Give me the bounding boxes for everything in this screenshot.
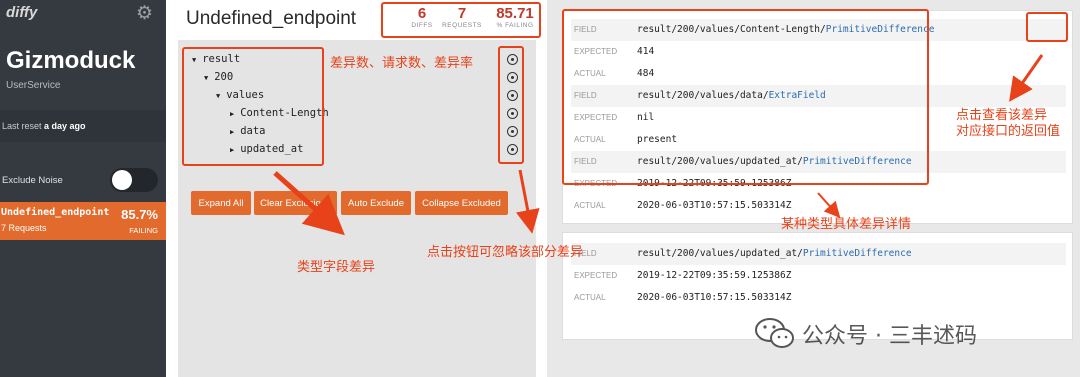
link-arrow — [1009, 54, 1044, 102]
fields-arrow — [273, 171, 345, 236]
view-annotation-line2: 对应接口的返回值 — [956, 124, 1061, 139]
diffy-screen: diffy ⚙ Gizmoduck UserService Last reset… — [0, 0, 1080, 377]
eye-arrow — [515, 169, 540, 234]
ignore-annotation: 点击按钮可忽略该部分差异 — [427, 245, 584, 260]
detail-annotation: 某种类型具体差异详情 — [781, 217, 912, 232]
wechat-icon — [755, 318, 794, 348]
stats-annotation: 差异数、请求数、差异率 — [330, 56, 474, 71]
fields-annotation: 类型字段差异 — [297, 260, 376, 275]
detail-arrow — [817, 192, 841, 218]
watermark-text: 公众号 · 三丰述码 — [802, 324, 977, 349]
